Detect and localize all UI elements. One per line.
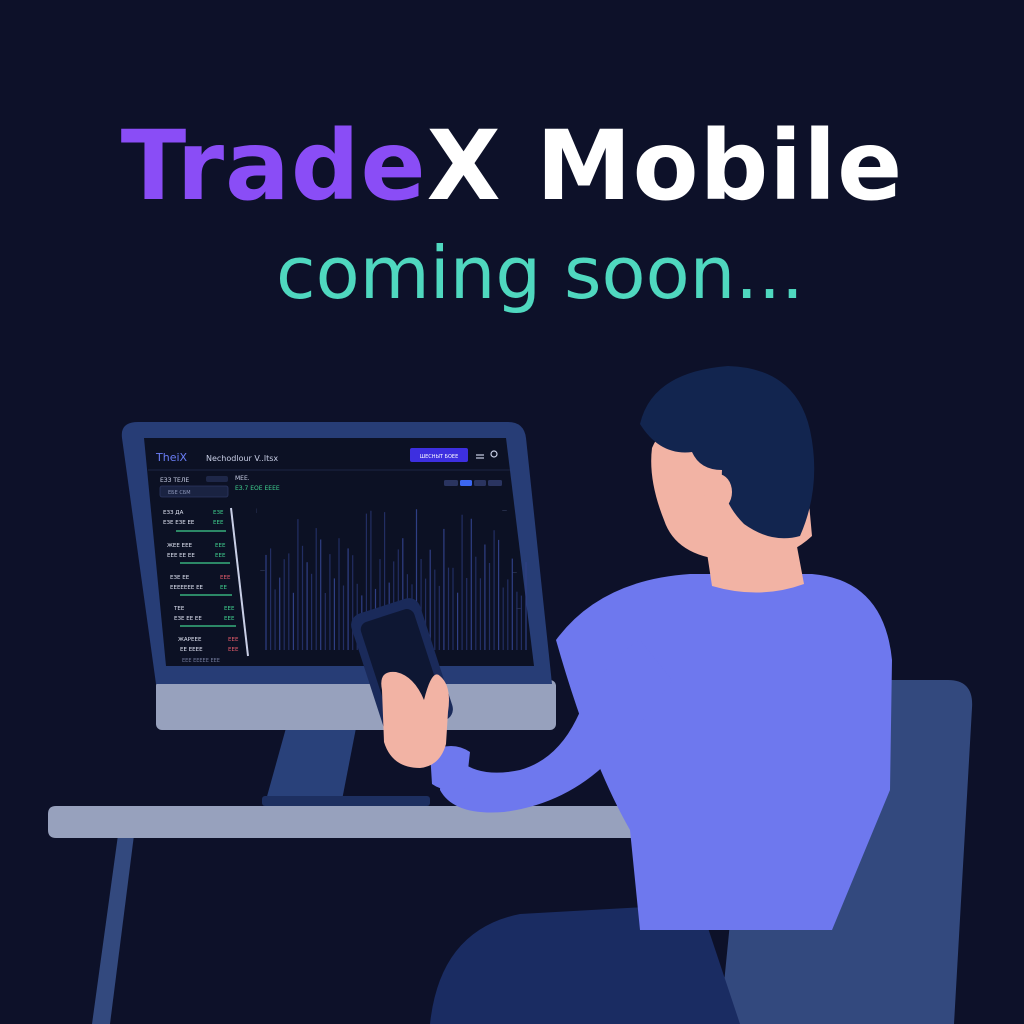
- watchlist-value: ЕЗЕ: [213, 510, 224, 516]
- screen-logo: TheiX: [155, 451, 188, 464]
- monitor: TheiX Nechodlour V..ltsx ШЕСНЫТ БОЕЕ ЕЗЗ…: [121, 422, 556, 730]
- watchlist-sub: ЕЗЕ ЕЗЕ ЕЕ: [163, 520, 195, 526]
- watchlist-change: ЕЕЕ: [213, 520, 224, 526]
- trader-illustration: TheiX Nechodlour V..ltsx ШЕСНЫТ БОЕЕ ЕЗЗ…: [48, 366, 973, 1024]
- watchlist-name: ЖЕЕ ЕЕЕ: [167, 543, 193, 549]
- watchlist-sub: ЕЕЕЕЕЕЕ ЕЕ: [170, 585, 204, 591]
- watchlist-sub: ЕЗЕ ЕЕ ЕЕ: [174, 616, 202, 622]
- watchlist-change: ЕЕ: [220, 585, 227, 591]
- watchlist-name: ЕЗЕ ЕЕ: [170, 575, 190, 581]
- screen-chart-heading: МЕЕ.: [235, 475, 250, 482]
- person-hand: [381, 671, 449, 768]
- chart-axis-tick: —: [260, 568, 265, 574]
- watchlist-sub: ЕЕЕ ЕЕ ЕЕ: [167, 553, 195, 559]
- timeframe-tab[interactable]: [474, 480, 486, 486]
- screen-sidebar-title: ЕЗЗ ТЕЛЕ: [160, 477, 189, 484]
- timeframe-tab[interactable]: [444, 480, 458, 486]
- screen-sidebar-search-text: ЕБЕ СБМ: [168, 490, 191, 496]
- chart-axis-tick: |: [256, 508, 257, 513]
- watchlist-name: ТЕЕ: [173, 606, 185, 612]
- coming-soon-poster: TradeX Mobile coming soon... TheiX Necho…: [0, 0, 1024, 1024]
- chart-axis-tick: —: [502, 508, 507, 514]
- watchlist-value: ЕЕЕ: [228, 637, 239, 643]
- desk-top: [48, 806, 640, 838]
- monitor-chin: [156, 680, 556, 730]
- screen-sidebar-footer: ЕЕЕ ЕЕЕЕЕ ЕЕЕ: [182, 658, 220, 664]
- desk-left-leg: [92, 835, 134, 1024]
- watchlist-name: ЖАРЕЕЕ: [178, 637, 202, 643]
- watchlist-value: ЕЕЕ: [215, 543, 226, 549]
- timeframe-tab-active[interactable]: [460, 480, 472, 486]
- watchlist-sub: ЕЕ ЕЕЕЕ: [180, 647, 203, 653]
- stand-neck: [266, 728, 356, 800]
- watchlist-change: ЕЕЕ: [224, 616, 235, 622]
- screen-chart-subheading: ЕЗ.7 ЕОЕ ЕЕЕЕ: [235, 485, 280, 492]
- person-ear: [704, 474, 732, 510]
- screen-page-title: Nechodlour V..ltsx: [206, 454, 278, 463]
- watchlist-value: ЕЕЕ: [224, 606, 235, 612]
- screen-sidebar-toggle[interactable]: [206, 476, 228, 482]
- screen-cta-label: ШЕСНЫТ БОЕЕ: [420, 454, 459, 460]
- watchlist-value: ЕЕЕ: [220, 575, 231, 581]
- watchlist-change: ЕЕЕ: [228, 647, 239, 653]
- watchlist-change: ЕЕЕ: [215, 553, 226, 559]
- stand-base: [262, 796, 430, 806]
- watchlist-name: ЕЗЗ ДА: [163, 510, 184, 516]
- timeframe-tab[interactable]: [488, 480, 502, 486]
